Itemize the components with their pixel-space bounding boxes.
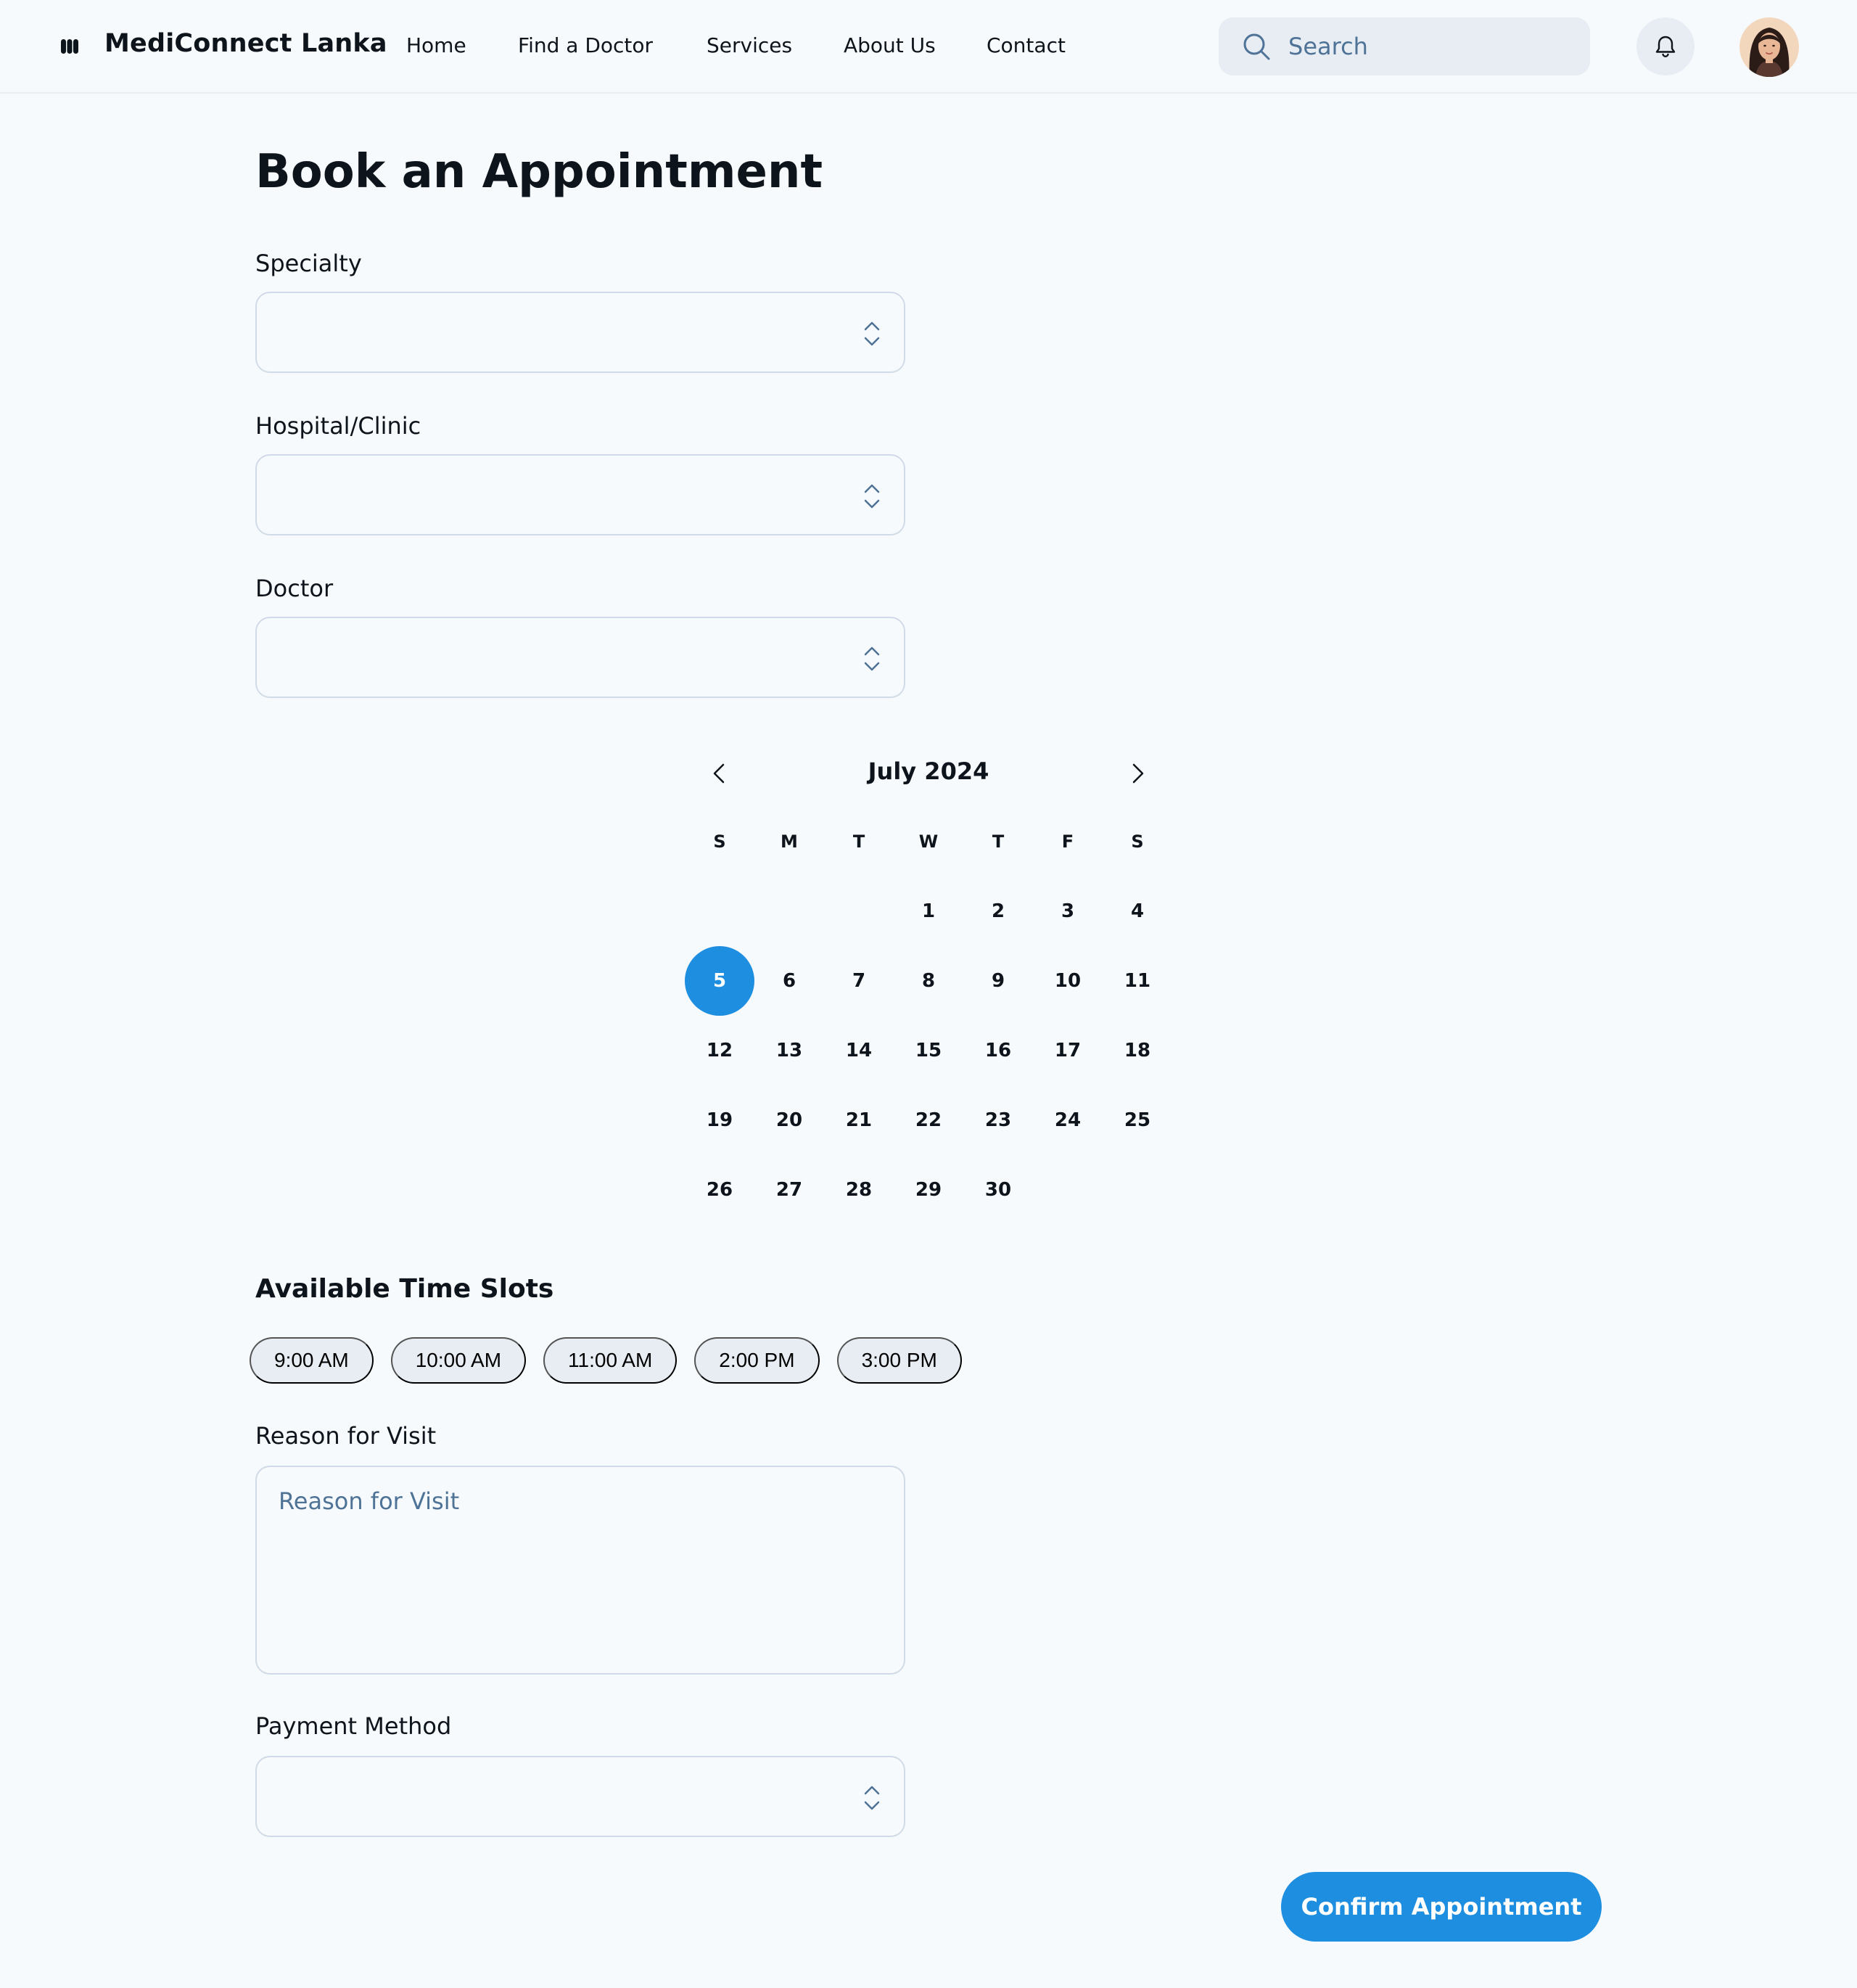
calendar-weekday: S [713,831,726,852]
calendar-weekday: M [781,831,798,852]
doctor-select[interactable] [255,617,905,698]
hospital-label: Hospital/Clinic [255,412,421,440]
calendar-day[interactable]: 14 [824,1016,894,1085]
payment-method-select[interactable] [255,1756,905,1837]
chevron-left-icon[interactable] [705,759,734,788]
calendar-day[interactable]: 18 [1103,1016,1172,1085]
calendar-day[interactable]: 21 [824,1085,894,1155]
brand-name[interactable]: MediConnect Lanka [104,29,387,58]
calendar-weekday: T [852,831,865,852]
chevron-right-icon[interactable] [1123,759,1152,788]
nav-about-us[interactable]: About Us [844,33,936,57]
confirm-appointment-button[interactable]: Confirm Appointment [1281,1872,1602,1942]
calendar-weekday: W [918,831,939,852]
time-slot-button[interactable]: 3:00 PM [836,1337,962,1384]
calendar-day[interactable]: 11 [1103,946,1172,1016]
chevron-up-down-icon [864,321,880,346]
calendar-grid: S M T W T F S 1 2 3 4 5 6 7 8 9 10 11 12 13 14 15 16 17 18 19 20 21… [685,807,1172,1225]
doctor-label: Doctor [255,575,334,602]
calendar-empty-cell [754,876,824,946]
calendar-day[interactable]: 30 [963,1155,1033,1225]
calendar-day[interactable]: 23 [963,1085,1033,1155]
calendar-day[interactable]: 9 [963,946,1033,1016]
avatar-image [1739,17,1799,77]
calendar-day[interactable]: 20 [754,1085,824,1155]
calendar-day[interactable]: 25 [1103,1085,1172,1155]
nav-contact[interactable]: Contact [987,33,1066,57]
page-title: Book an Appointment [255,145,823,199]
calendar-day[interactable]: 19 [685,1085,754,1155]
calendar-day[interactable]: 7 [824,946,894,1016]
calendar-month-label: July 2024 [868,757,989,785]
time-slot-button[interactable]: 11:00 AM [543,1337,678,1384]
calendar-day[interactable]: 6 [754,946,824,1016]
time-slots: 9:00 AM 10:00 AM 11:00 AM 2:00 PM 3:00 P… [250,1337,962,1384]
calendar-day[interactable]: 15 [894,1016,963,1085]
calendar-day[interactable]: 12 [685,1016,754,1085]
calendar-day[interactable]: 29 [894,1155,963,1225]
calendar-day[interactable]: 1 [894,876,963,946]
search-input[interactable] [1288,17,1578,75]
chevron-up-down-icon [864,484,880,509]
search-bar[interactable] [1219,17,1590,75]
calendar-day[interactable]: 10 [1033,946,1103,1016]
calendar-day[interactable]: 27 [754,1155,824,1225]
user-avatar[interactable] [1739,17,1799,77]
calendar-day[interactable]: 4 [1103,876,1172,946]
calendar-day[interactable]: 22 [894,1085,963,1155]
chevron-up-down-icon [864,1786,880,1810]
calendar-day[interactable]: 3 [1033,876,1103,946]
calendar-weekday: S [1131,831,1144,852]
search-icon [1243,33,1270,60]
specialty-label: Specialty [255,250,362,277]
time-slot-button[interactable]: 2:00 PM [694,1337,820,1384]
calendar-day[interactable]: 8 [894,946,963,1016]
nav-services[interactable]: Services [707,33,792,57]
calendar-day[interactable]: 13 [754,1016,824,1085]
reason-textarea[interactable] [255,1466,905,1675]
calendar-weekday: F [1061,831,1074,852]
calendar-weekday: T [992,831,1005,852]
reason-label: Reason for Visit [255,1422,437,1450]
calendar-empty-cell [685,876,754,946]
calendar-day[interactable]: 24 [1033,1085,1103,1155]
nav-find-a-doctor[interactable]: Find a Doctor [518,33,653,57]
time-slot-button[interactable]: 10:00 AM [390,1337,527,1384]
calendar-day[interactable]: 16 [963,1016,1033,1085]
logo-icon[interactable] [59,36,80,57]
payment-label: Payment Method [255,1712,452,1740]
calendar-day[interactable]: 28 [824,1155,894,1225]
time-slot-button[interactable]: 9:00 AM [250,1337,374,1384]
nav-home[interactable]: Home [406,33,466,57]
calendar-day[interactable]: 17 [1033,1016,1103,1085]
calendar-empty-cell [824,876,894,946]
calendar-day[interactable]: 26 [685,1155,754,1225]
calendar-day-selected[interactable]: 5 [685,946,754,1016]
hospital-select[interactable] [255,454,905,535]
bell-icon [1655,36,1676,57]
chevron-up-down-icon [864,646,880,671]
top-navbar: MediConnect Lanka Home Find a Doctor Ser… [0,0,1857,94]
time-slots-title: Available Time Slots [255,1274,554,1304]
specialty-select[interactable] [255,292,905,373]
calendar-day[interactable]: 2 [963,876,1033,946]
notifications-button[interactable] [1636,17,1695,75]
